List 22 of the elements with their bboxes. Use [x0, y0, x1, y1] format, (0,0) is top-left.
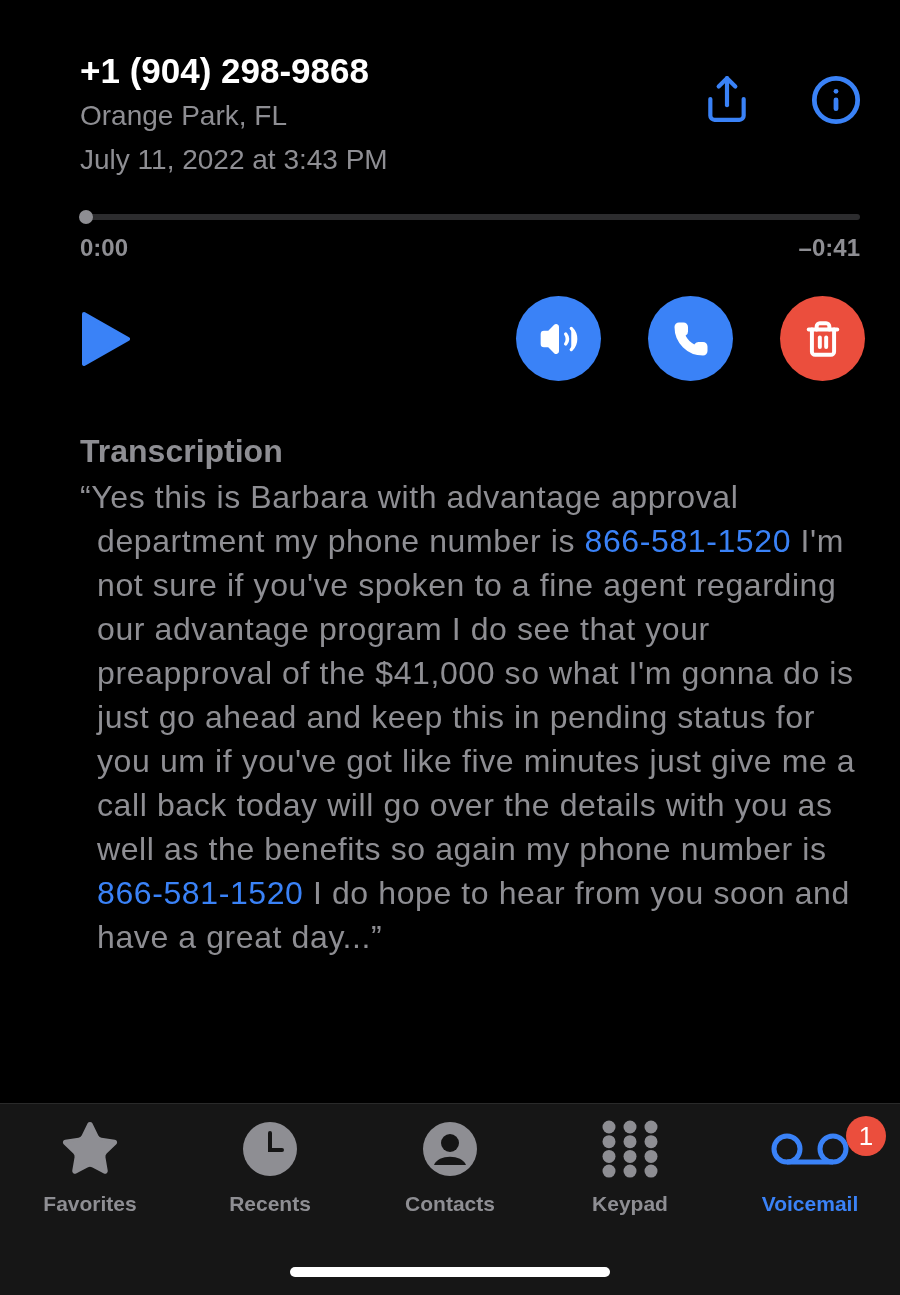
tab[interactable]: Keypad [540, 1118, 720, 1220]
tab[interactable]: Contacts [360, 1118, 540, 1220]
voicemail-date: July 11, 2022 at 3:43 PM [80, 143, 388, 177]
transcription-text: “Yes this is Barbara with advantage approval department my phone number is 866-581-1520 I'm not sure if you've spoken to a fine agent regarding our advantage program I do see that your preapproval of the $41,000 so what I'm gonna do is just go ahead and keep this in pending status for you um if you've got like five minutes just give me a call back today will go over the details with you as well as the benefits so again my phone number is 866-581-1520 I do hope to hear from you soon and have a great day...” [80, 478, 857, 957]
tab[interactable]: Recents [180, 1118, 360, 1220]
tab[interactable]: Favorites [0, 1118, 180, 1220]
caller-number: +1 (904) 298-9868 [80, 50, 370, 92]
phone-link[interactable]: 866-581-1520 [584, 523, 792, 559]
remaining-time: –0:41 [798, 233, 860, 263]
playback-slider[interactable] [80, 210, 860, 224]
notification-badge: 1 [846, 1116, 886, 1156]
info-button[interactable] [810, 74, 862, 126]
caller-location: Orange Park, FL [80, 99, 288, 133]
phone-link[interactable]: 866-581-1520 [97, 875, 304, 911]
elapsed-time: 0:00 [80, 233, 129, 263]
phone-icon [672, 320, 709, 357]
play-button[interactable] [80, 310, 130, 367]
transcription-heading: Transcription [80, 432, 284, 471]
clock-icon [242, 1121, 298, 1177]
keypad-icon [601, 1120, 659, 1178]
person-icon [422, 1121, 478, 1177]
tab[interactable]: Voicemail 1 [720, 1118, 900, 1220]
